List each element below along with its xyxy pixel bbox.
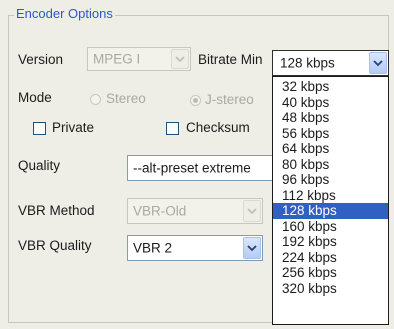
bitrate-option[interactable]: 128 kbps <box>273 203 388 219</box>
mode-label: Mode <box>18 90 52 105</box>
quality-select[interactable]: --alt-preset extreme <box>127 155 273 181</box>
bitrate-min-value: 128 kbps <box>280 55 335 71</box>
chevron-down-icon <box>243 200 261 222</box>
stereo-radio-label: Stereo <box>106 91 146 106</box>
bitrate-option[interactable]: 96 kbps <box>273 172 388 188</box>
chevron-down-icon <box>171 49 189 69</box>
version-value: MPEG I <box>93 51 141 67</box>
bitrate-min-select[interactable]: 128 kbps <box>272 50 389 76</box>
bitrate-option[interactable]: 56 kbps <box>273 126 388 142</box>
checksum-checkbox[interactable] <box>166 122 179 135</box>
bitrate-option[interactable]: 160 kbps <box>273 219 388 235</box>
bitrate-option[interactable]: 64 kbps <box>273 141 388 157</box>
quality-value: --alt-preset extreme <box>133 160 251 176</box>
bitrate-min-dropdown-list[interactable]: 32 kbps 40 kbps 48 kbps 56 kbps 64 kbps 80 kb… <box>272 76 389 325</box>
group-title: Encoder Options <box>14 6 115 21</box>
stereo-radio[interactable] <box>90 94 101 105</box>
private-label: Private <box>52 120 95 135</box>
bitrate-option[interactable]: 256 kbps <box>273 265 388 281</box>
vbr-method-select[interactable]: VBR-Old <box>127 198 263 224</box>
vbr-method-value: VBR-Old <box>133 203 187 219</box>
bitrate-option[interactable]: 80 kbps <box>273 157 388 173</box>
chevron-down-icon[interactable] <box>369 52 387 74</box>
private-checkbox[interactable] <box>33 122 46 135</box>
bitrate-option[interactable]: 32 kbps <box>273 79 388 95</box>
checksum-label: Checksum <box>186 120 250 135</box>
quality-label: Quality <box>18 158 61 173</box>
vbr-method-label: VBR Method <box>18 203 95 218</box>
bitrate-option[interactable]: 192 kbps <box>273 234 388 250</box>
bitrate-option[interactable]: 112 kbps <box>273 188 388 204</box>
vbr-quality-value: VBR 2 <box>133 240 173 256</box>
bitrate-option[interactable]: 224 kbps <box>273 250 388 266</box>
bitrate-min-label: Bitrate Min <box>198 52 263 67</box>
bitrate-option[interactable]: 320 kbps <box>273 281 388 297</box>
vbr-quality-label: VBR Quality <box>18 238 92 253</box>
jstereo-radio-label: J-stereo <box>205 92 254 107</box>
bitrate-option[interactable]: 48 kbps <box>273 110 388 126</box>
version-label: Version <box>18 52 64 67</box>
version-select[interactable]: MPEG I <box>87 47 191 71</box>
jstereo-radio[interactable] <box>190 95 201 106</box>
vbr-quality-select[interactable]: VBR 2 <box>127 235 263 261</box>
bitrate-option[interactable]: 40 kbps <box>273 95 388 111</box>
chevron-down-icon[interactable] <box>243 237 261 259</box>
